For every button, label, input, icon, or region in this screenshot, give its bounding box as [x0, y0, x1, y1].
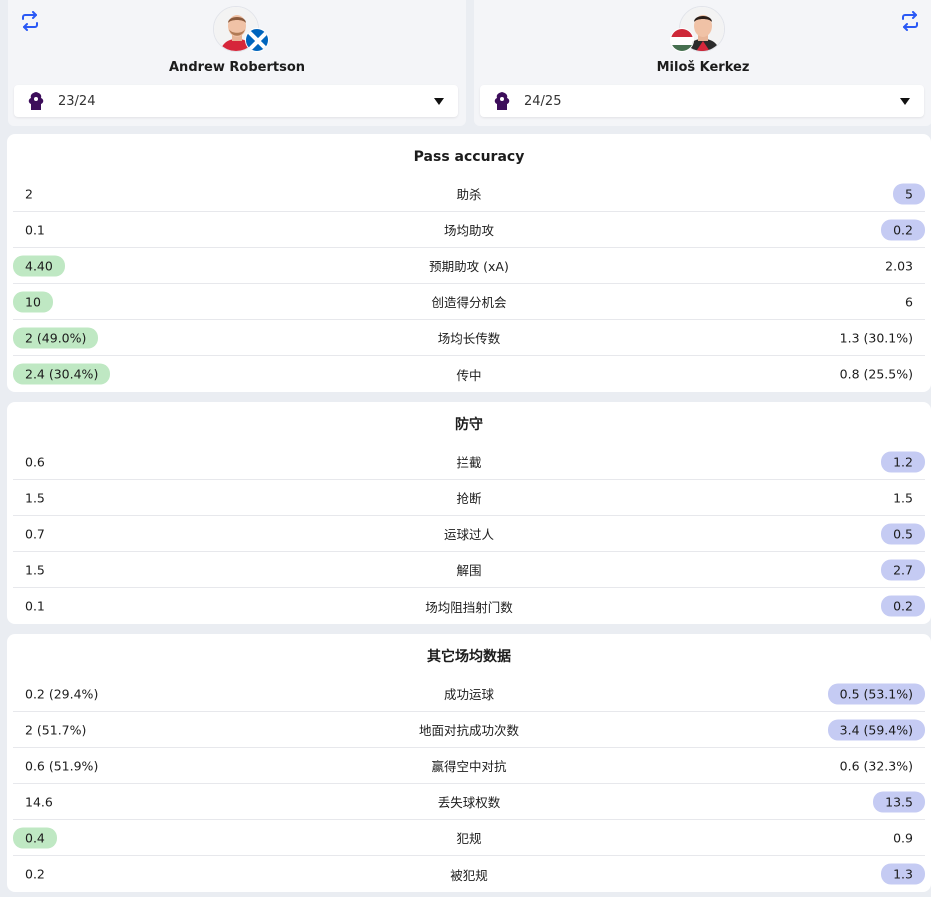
stat-row: 0.2 被犯规 1.3 — [13, 856, 925, 892]
right-player-value: 0.2 — [881, 219, 925, 240]
section-title: 其它场均数据 — [427, 649, 511, 665]
stat-label: 丢失球权数 — [437, 795, 501, 810]
stat-row: 0.6 拦截 1.2 — [13, 444, 925, 480]
stat-label: 抢断 — [456, 491, 482, 506]
season-value: 23/24 — [58, 93, 96, 109]
left-player-value: 0.1 — [25, 598, 45, 614]
right-player-value: 0.2 — [881, 595, 925, 617]
left-player-value: 2 (51.7%) — [25, 722, 87, 737]
section-defense: 防守 0.6 拦截 1.2 1.5 抢断 1.5 0.7 运球过人 0.5 1.5 解围 2.7 0.1… — [7, 402, 931, 624]
swap-player-icon[interactable] — [900, 11, 920, 31]
premier-league-logo-icon — [492, 91, 512, 111]
stat-label: 被犯规 — [450, 867, 488, 883]
chevron-down-icon[interactable] — [432, 94, 446, 108]
right-player-value: 1.3 — [881, 863, 925, 885]
left-player-value: 2 (49.0%) — [13, 327, 99, 348]
section-other-stats: 其它场均数据 0.2 (29.4%) 成功运球 0.5 (53.1%) 2 (51.7… — [7, 634, 931, 892]
stat-row: 0.2 (29.4%) 成功运球 0.5 (53.1%) — [13, 676, 925, 712]
stat-row: 4.40 预期助攻 (xA) 2.03 — [13, 248, 925, 284]
left-player-value: 1.5 — [25, 562, 45, 577]
left-player-value: 0.7 — [25, 526, 45, 541]
stat-row: 0.6 (51.9%) 赢得空中对抗 0.6 (32.3%) — [13, 748, 925, 784]
left-player-value: 0.1 — [25, 222, 45, 237]
season-value: 24/25 — [524, 93, 562, 109]
right-player-value: 0.9 — [893, 830, 913, 845]
right-player-value: 5 — [893, 183, 925, 204]
stat-label: 成功运球 — [443, 687, 494, 702]
left-player-value: 2 — [25, 186, 33, 201]
right-player-value: 1.2 — [881, 451, 925, 472]
stat-row: 0.1 场均阻挡射门数 0.2 — [13, 588, 925, 624]
player-name: Andrew Robertson — [169, 60, 305, 75]
stat-row: 2 (51.7%) 地面对抗成功次数 3.4 (59.4%) — [13, 712, 925, 748]
stat-label: 传中 — [456, 367, 482, 383]
right-player-value: 2.03 — [885, 258, 913, 273]
premier-league-logo-icon — [26, 91, 46, 111]
right-player-value: 3.4 (59.4%) — [827, 719, 925, 740]
stat-label: 解围 — [456, 563, 482, 578]
stat-label: 助杀 — [456, 187, 482, 202]
stat-row: 2 (49.0%) 场均长传数 1.3 (30.1%) — [13, 320, 925, 356]
right-player-value: 13.5 — [873, 791, 925, 812]
stat-label: 运球过人 — [443, 527, 494, 542]
stat-label: 犯规 — [456, 831, 482, 846]
season-select[interactable]: 24/25 — [480, 85, 924, 117]
stat-label: 场均长传数 — [437, 331, 501, 346]
stat-label: 预期助攻 (xA) — [429, 259, 509, 274]
stat-row: 0.4 犯规 0.9 — [13, 820, 925, 856]
player-name: Miloš Kerkez — [656, 60, 750, 75]
left-player-value: 2.4 (30.4%) — [13, 363, 111, 385]
right-player-value: 0.5 (53.1%) — [827, 683, 925, 704]
chevron-down-icon[interactable] — [898, 94, 912, 108]
left-player-value: 14.6 — [25, 794, 53, 809]
left-player-value: 0.2 — [25, 866, 45, 882]
left-player-value: 0.6 — [25, 454, 45, 469]
section-title: Pass accuracy — [413, 149, 525, 165]
left-player-value: 10 — [13, 291, 53, 312]
right-player-value: 1.3 (30.1%) — [839, 330, 913, 345]
right-player-value: 6 — [905, 294, 913, 309]
section-title: 防守 — [455, 417, 483, 433]
stat-label: 场均阻挡射门数 — [425, 599, 513, 615]
stat-label: 拦截 — [456, 455, 482, 470]
stat-row: 0.7 运球过人 0.5 — [13, 516, 925, 552]
left-player-value: 4.40 — [13, 255, 65, 276]
stat-label: 场均助攻 — [443, 223, 494, 238]
player-card-right: Miloš Kerkez 24/25 — [474, 0, 931, 126]
swap-player-icon[interactable] — [20, 11, 40, 31]
stat-row: 2 助杀 5 — [13, 176, 925, 212]
left-player-value: 0.6 (51.9%) — [25, 758, 99, 773]
stat-row: 10 创造得分机会 6 — [13, 284, 925, 320]
left-player-value: 0.4 — [13, 827, 57, 848]
right-player-value: 1.5 — [893, 490, 913, 505]
right-player-value: 0.8 (25.5%) — [839, 366, 913, 382]
stat-label: 地面对抗成功次数 — [418, 723, 519, 738]
scotland-flag-icon — [245, 28, 269, 52]
player-card-left: Andrew Robertson 23/24 — [8, 0, 466, 126]
stat-row: 2.4 (30.4%) 传中 0.8 (25.5%) — [13, 356, 925, 392]
stat-row: 1.5 解围 2.7 — [13, 552, 925, 588]
stat-row: 0.1 场均助攻 0.2 — [13, 212, 925, 248]
hungary-flag-icon — [670, 28, 694, 52]
right-player-value: 0.5 — [881, 523, 925, 544]
section-pass-accuracy: Pass accuracy 2 助杀 5 0.1 场均助攻 0.2 4.40 预期助攻 (xA… — [7, 134, 931, 392]
left-player-value: 0.2 (29.4%) — [25, 686, 99, 701]
stat-row: 1.5 抢断 1.5 — [13, 480, 925, 516]
season-select[interactable]: 23/24 — [14, 85, 458, 117]
stat-row: 14.6 丢失球权数 13.5 — [13, 784, 925, 820]
right-player-value: 2.7 — [881, 559, 925, 580]
stat-label: 赢得空中对抗 — [431, 759, 507, 774]
left-player-value: 1.5 — [25, 490, 45, 505]
stat-label: 创造得分机会 — [431, 295, 507, 310]
right-player-value: 0.6 (32.3%) — [839, 758, 913, 773]
